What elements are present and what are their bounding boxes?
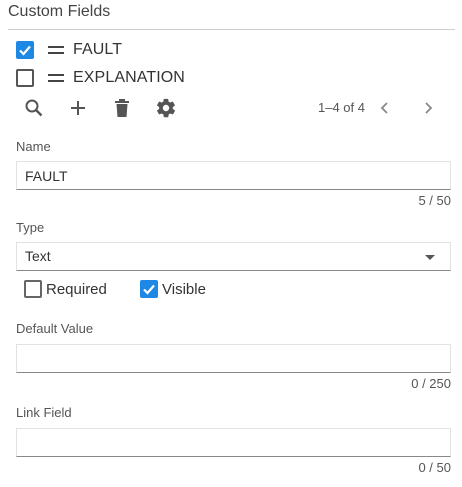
required-checkbox[interactable]: Required [24,279,107,299]
name-char-counter: 5 / 50 [418,193,451,208]
chevron-right-icon[interactable] [418,98,438,118]
default-value-char-counter: 0 / 250 [411,376,451,391]
list-item-explanation[interactable]: EXPLANATION [16,66,185,90]
list-toolbar [22,96,198,120]
list-item-fault[interactable]: FAULT [16,38,122,62]
checkbox-checked-icon[interactable] [16,41,34,59]
default-value-label: Default Value [16,321,94,336]
name-field[interactable] [16,161,451,190]
type-selected-value: Text [25,248,51,264]
list-item-label: EXPLANATION [73,69,185,86]
visible-label: Visible [162,280,206,298]
checkbox-checked-icon[interactable] [140,280,158,298]
dropdown-arrow-icon[interactable] [425,255,435,260]
name-label: Name [16,139,51,154]
checkbox-unchecked-icon[interactable] [16,69,34,87]
visible-checkbox[interactable]: Visible [140,279,206,299]
search-icon[interactable] [22,96,46,120]
add-icon[interactable] [66,96,90,120]
name-input[interactable] [17,162,450,189]
type-label: Type [16,220,45,235]
default-value-input[interactable] [17,345,450,372]
link-field-input-box[interactable] [16,428,451,457]
checkbox-unchecked-icon[interactable] [24,280,42,298]
link-field-label: Link Field [16,405,72,420]
chevron-left-icon[interactable] [375,98,395,118]
required-label: Required [46,280,107,298]
drag-handle-icon[interactable] [48,74,64,82]
link-field-char-counter: 0 / 50 [418,460,451,475]
delete-icon[interactable] [110,96,134,120]
panel-title: Custom Fields [8,3,111,20]
drag-handle-icon[interactable] [48,46,64,54]
default-value-field[interactable] [16,344,451,373]
type-select[interactable]: Text [16,242,451,271]
title-divider [8,29,455,30]
list-item-label: FAULT [73,41,123,58]
link-field-input[interactable] [17,429,450,456]
pagination-label: 1–4 of 4 [318,100,365,115]
settings-icon[interactable] [154,96,178,120]
